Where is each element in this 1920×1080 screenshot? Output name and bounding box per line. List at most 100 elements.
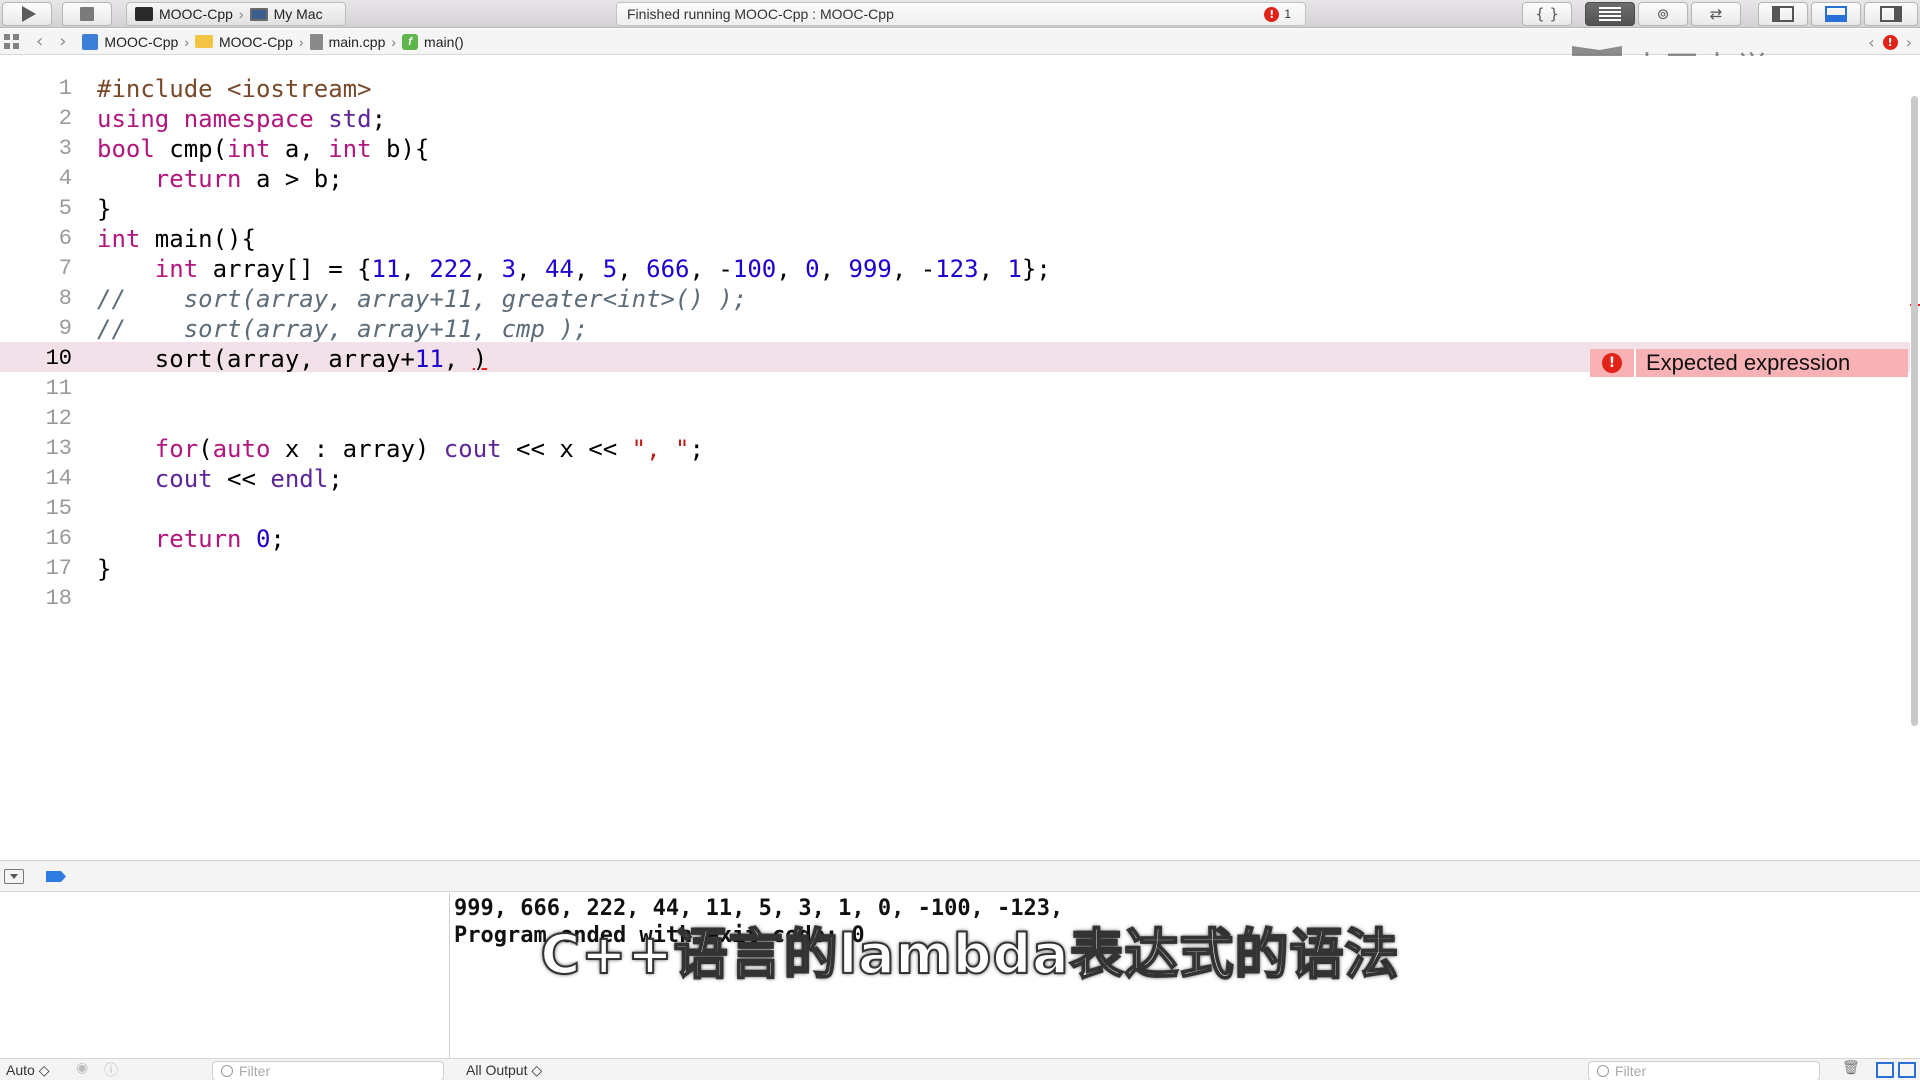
filter-icon: [221, 1065, 233, 1077]
split-left-icon[interactable]: [1876, 1062, 1894, 1078]
variables-filter-input[interactable]: Filter: [212, 1061, 444, 1080]
output-selector[interactable]: All Output ◇: [466, 1062, 542, 1079]
code-line[interactable]: 6 int main(){: [0, 222, 1910, 252]
breadcrumb-label: MOOC-Cpp: [104, 33, 179, 50]
utilities-panel-icon: [1880, 6, 1902, 22]
inline-issue-banner[interactable]: ! Expected expression: [1590, 349, 1908, 377]
code-text: int array[] = {11, 222, 3, 44, 5, 666, -…: [154, 255, 1051, 283]
code-line[interactable]: 16 return 0;: [0, 522, 1910, 552]
issue-separator: [1634, 349, 1636, 377]
code-text: // sort(array, array+11, cmp );: [97, 315, 589, 343]
code-line[interactable]: 15: [0, 492, 1910, 522]
code-line[interactable]: 8 // sort(array, array+11, greater<int>(…: [0, 282, 1910, 312]
project-icon: [82, 33, 99, 50]
toolbar: MOOC-Cpp › My Mac Finished running MOOC-…: [0, 0, 1920, 28]
split-right-icon[interactable]: [1898, 1062, 1916, 1078]
code-line[interactable]: 12: [0, 402, 1910, 432]
line-number: 7: [58, 256, 72, 281]
trash-icon[interactable]: 🗑: [1842, 1060, 1860, 1076]
line-number: 8: [58, 286, 72, 311]
line-number: 13: [45, 436, 72, 461]
code-line[interactable]: 18: [0, 582, 1910, 612]
assistant-editor-button[interactable]: ⊚: [1638, 2, 1688, 26]
code-line[interactable]: 4 return a > b;: [0, 162, 1910, 192]
next-issue-icon[interactable]: ›: [1906, 33, 1912, 52]
filter-placeholder: Filter: [239, 1063, 271, 1079]
code-text: cout << endl;: [154, 465, 343, 493]
related-items-icon[interactable]: [4, 33, 20, 50]
eye-icon[interactable]: ◉: [76, 1060, 88, 1076]
line-number: 6: [58, 226, 72, 251]
version-editor-icon: ⇄: [1709, 5, 1723, 23]
scheme-target-label: MOOC-Cpp: [159, 6, 233, 22]
forward-arrow-icon[interactable]: ›: [59, 31, 66, 52]
line-number: 3: [58, 136, 72, 161]
error-icon: !: [1602, 353, 1622, 373]
toggle-debug-area-button[interactable]: [1811, 2, 1861, 26]
breadcrumb-group[interactable]: MOOC-Cpp: [194, 33, 293, 50]
line-number: 4: [58, 166, 72, 191]
code-text: bool cmp(int a, int b){: [97, 135, 430, 163]
cpp-file-icon: [309, 33, 323, 50]
console-filter-input[interactable]: Filter: [1588, 1061, 1820, 1080]
code-line[interactable]: 3 bool cmp(int a, int b){: [0, 132, 1910, 162]
error-icon[interactable]: !: [1264, 6, 1280, 22]
debug-panel-icon: [1825, 6, 1847, 22]
code-line[interactable]: 2 using namespace std;: [0, 102, 1910, 132]
code-text: for(auto x : array) cout << x << ", ";: [154, 435, 704, 463]
code-line[interactable]: 17 }: [0, 552, 1910, 582]
issue-error-icon[interactable]: !: [1882, 35, 1898, 50]
toggle-utilities-button[interactable]: [1864, 2, 1918, 26]
code-line[interactable]: 13 for(auto x : array) cout << x << ", "…: [0, 432, 1910, 462]
breadcrumb-project[interactable]: MOOC-Cpp: [82, 33, 179, 50]
chevron-right-icon: ›: [298, 33, 304, 50]
scope-selector[interactable]: Auto ◇: [6, 1062, 49, 1079]
function-icon: f: [402, 33, 419, 50]
breakpoints-toggle-icon[interactable]: [46, 871, 66, 882]
line-number: 2: [58, 106, 72, 131]
editor-scrollbar[interactable]: [1911, 96, 1918, 726]
activity-status: Finished running MOOC-Cpp : MOOC-Cpp ! 1: [616, 2, 1306, 26]
code-line[interactable]: 14 cout << endl;: [0, 462, 1910, 492]
code-line[interactable]: 1 #include <iostream>: [0, 72, 1910, 102]
hide-debug-area-icon[interactable]: [4, 869, 24, 884]
stop-icon: [80, 7, 94, 21]
stop-button[interactable]: [62, 2, 112, 26]
code-snippet-button[interactable]: { }: [1522, 2, 1572, 26]
folder-icon: [194, 35, 213, 48]
line-number: 5: [58, 196, 72, 221]
terminal-app-icon: [135, 7, 153, 21]
breadcrumb-file[interactable]: main.cpp: [309, 33, 386, 50]
line-number: 15: [45, 496, 72, 521]
line-number: 12: [45, 406, 72, 431]
scheme-device-label: My Mac: [273, 6, 323, 22]
mac-icon: [249, 7, 268, 21]
filter-placeholder: Filter: [1615, 1063, 1647, 1079]
code-text: #include <iostream>: [97, 75, 372, 103]
filter-icon: [1597, 1065, 1609, 1077]
version-editor-button[interactable]: ⇄: [1691, 2, 1741, 26]
breadcrumb-label: main(): [424, 33, 464, 50]
assistant-editor-icon: ⊚: [1656, 5, 1670, 23]
line-number: 11: [45, 376, 72, 401]
info-icon[interactable]: ⓘ: [104, 1060, 118, 1080]
breadcrumb-label: main.cpp: [328, 33, 386, 50]
toggle-navigator-button[interactable]: [1758, 2, 1808, 26]
back-arrow-icon[interactable]: ‹: [36, 31, 43, 52]
source-editor[interactable]: 1 #include <iostream> 2 using namespace …: [0, 56, 1920, 858]
breadcrumb-function[interactable]: f main(): [402, 33, 464, 50]
play-icon: [21, 6, 36, 22]
code-text: sort(array, array+11, ): [97, 345, 488, 373]
code-line[interactable]: 5 }: [0, 192, 1910, 222]
scheme-selector[interactable]: MOOC-Cpp › My Mac: [126, 2, 346, 26]
standard-editor-button[interactable]: [1585, 2, 1635, 26]
code-line[interactable]: 7 int array[] = {11, 222, 3, 44, 5, 666,…: [0, 252, 1910, 282]
code-line[interactable]: 9 // sort(array, array+11, cmp );: [0, 312, 1910, 342]
navigator-panel-icon: [1772, 6, 1794, 22]
run-button[interactable]: [2, 2, 52, 26]
error-count: 1: [1284, 7, 1291, 21]
chevron-right-icon: ›: [184, 33, 189, 50]
breadcrumb-label: MOOC-Cpp: [218, 33, 293, 50]
variables-view[interactable]: [0, 893, 450, 1080]
debug-bar: [0, 860, 1920, 892]
